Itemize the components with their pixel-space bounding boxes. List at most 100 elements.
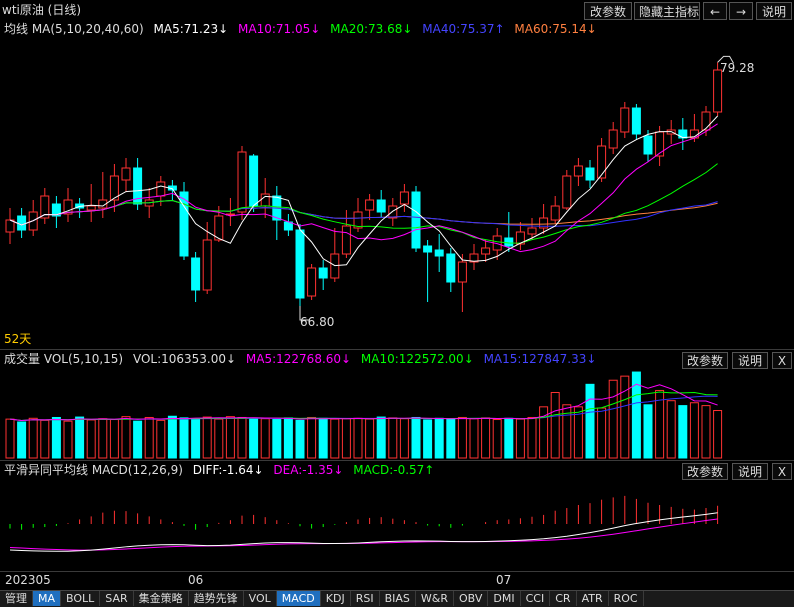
tab-7[interactable]: MACD	[276, 591, 321, 606]
date-label: 202305	[5, 573, 51, 587]
tab-2[interactable]: BOLL	[61, 591, 101, 606]
ma60-line	[9, 200, 718, 226]
volume-bar	[191, 418, 201, 459]
volume-bar	[457, 416, 467, 459]
tab-6[interactable]: VOL	[244, 591, 277, 606]
low-price-label: 66.80	[300, 315, 335, 329]
tab-13[interactable]: DMI	[488, 591, 521, 606]
candle-body	[191, 257, 201, 291]
volume-bar	[515, 418, 525, 459]
volume-bar	[17, 421, 27, 459]
tab-10[interactable]: BIAS	[380, 591, 416, 606]
candle-body	[399, 191, 409, 205]
candle-body	[585, 167, 595, 181]
candle-body	[457, 261, 467, 283]
volume-bar	[434, 417, 444, 459]
tab-3[interactable]: SAR	[100, 591, 134, 606]
ma10-value: MA10:71.05↓	[238, 22, 321, 36]
vol-header: 成交量 VOL(5,10,15) VOL:106353.00↓ MA5:1227…	[4, 351, 602, 367]
prev-arrow-button[interactable]: ←	[703, 2, 727, 20]
volume-bar	[678, 405, 688, 459]
volume-bar	[492, 419, 502, 459]
tab-4[interactable]: 集金策略	[134, 591, 189, 606]
next-arrow-button[interactable]: →	[729, 2, 753, 20]
change-params-button[interactable]: 改参数	[584, 2, 632, 20]
help-button[interactable]: 说明	[756, 2, 792, 20]
volume-bar	[63, 420, 73, 459]
candle-body	[365, 199, 375, 211]
tab-9[interactable]: RSI	[351, 591, 380, 606]
tab-16[interactable]: ATR	[577, 591, 609, 606]
candle-body	[620, 107, 630, 133]
tab-8[interactable]: KDJ	[321, 591, 351, 606]
candle-body	[307, 267, 317, 297]
candle-body	[17, 215, 27, 231]
volume-bar	[353, 417, 363, 459]
vol-ma5-value: MA5:122768.60↓	[245, 352, 352, 366]
candle-body	[608, 129, 618, 149]
candle-body	[318, 267, 328, 279]
volume-bar	[399, 418, 409, 459]
volume-bar	[643, 404, 653, 459]
volume-bar	[318, 417, 328, 459]
tab-11[interactable]: W&R	[416, 591, 454, 606]
volume-bar	[121, 416, 131, 459]
volume-bar	[376, 416, 386, 459]
candle-body	[713, 69, 723, 113]
macd-header: 平滑异同平均线 MACD(12,26,9) DIFF:-1.64↓ DEA:-1…	[4, 462, 440, 478]
volume-bar	[109, 419, 119, 459]
volume-chart[interactable]	[0, 368, 794, 460]
volume-bar	[179, 417, 189, 459]
volume-bar	[214, 418, 224, 459]
volume-bar	[330, 418, 340, 459]
volume-bar	[144, 416, 154, 459]
vol-value: VOL:106353.00↓	[132, 352, 237, 366]
diff-line	[9, 512, 718, 552]
volume-bar	[237, 416, 247, 459]
window-title: wti原油 (日线)	[2, 3, 82, 17]
volume-bar	[608, 379, 618, 459]
tab-12[interactable]: OBV	[454, 591, 489, 606]
tab-17[interactable]: ROC	[609, 591, 644, 606]
vol-close-button[interactable]: X	[772, 352, 792, 369]
volume-bar	[469, 418, 479, 459]
vol-ma10-value: MA10:122572.00↓	[360, 352, 474, 366]
candle-body	[249, 155, 259, 207]
candle-body	[5, 219, 15, 233]
tab-1[interactable]: MA	[33, 591, 62, 606]
candle-body	[423, 245, 433, 253]
volume-bar	[75, 416, 85, 459]
candle-body	[202, 239, 212, 291]
vol-help-button[interactable]: 说明	[732, 352, 768, 369]
volume-bar	[597, 407, 607, 459]
ma60-value: MA60:75.14↓	[514, 22, 597, 36]
volume-bar	[620, 375, 630, 459]
ma40-value: MA40:75.37↑	[422, 22, 505, 36]
tab-5[interactable]: 趋势先锋	[189, 591, 244, 606]
candle-body	[260, 193, 270, 207]
macd-chart[interactable]	[0, 478, 794, 570]
volume-bar	[713, 410, 723, 459]
ma-header: 均线 MA(5,10,20,40,60) MA5:71.23↓ MA10:71.…	[4, 21, 603, 37]
volume-bar	[527, 416, 537, 459]
macd-indicator-name: 平滑异同平均线 MACD(12,26,9)	[4, 463, 183, 477]
candle-body	[86, 205, 96, 211]
ma-indicator-name: 均线 MA(5,10,20,40,60)	[4, 22, 144, 36]
candle-body	[156, 181, 166, 197]
volume-bar	[86, 419, 96, 459]
volume-bar	[341, 418, 351, 459]
tab-0[interactable]: 管理	[0, 591, 33, 606]
volume-bar	[550, 392, 560, 459]
candle-body	[481, 247, 491, 255]
vol-params-button[interactable]: 改参数	[682, 352, 728, 369]
hide-indicator-button[interactable]: 隐藏主指标	[634, 2, 700, 20]
tab-14[interactable]: CCI	[521, 591, 551, 606]
volume-bar	[133, 420, 143, 459]
tab-15[interactable]: CR	[550, 591, 577, 606]
price-chart[interactable]	[0, 36, 794, 348]
vol-indicator-name: 成交量 VOL(5,10,15)	[4, 352, 124, 366]
candle-body	[655, 131, 665, 157]
divider	[0, 460, 794, 461]
volume-bar	[701, 405, 711, 459]
volume-bar	[283, 417, 293, 459]
